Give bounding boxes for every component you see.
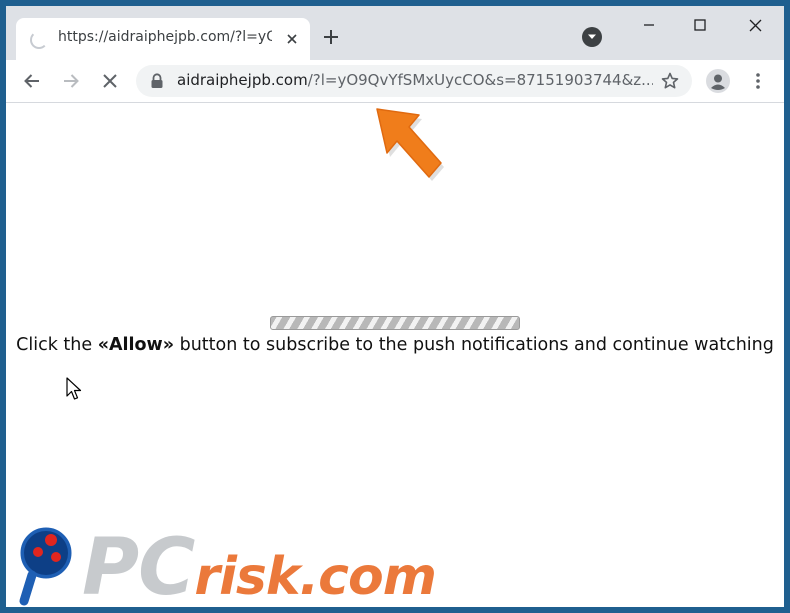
title-bar: https://aidraiphejpb.com/?l=yO9QvYfSMxUy… (6, 6, 784, 60)
back-arrow-icon (24, 74, 39, 88)
close-icon (749, 19, 761, 31)
browser-tab[interactable]: https://aidraiphejpb.com/?l=yO9QvYfSMxUy… (16, 18, 310, 60)
tab-search-button[interactable] (582, 27, 602, 47)
mouse-cursor-icon (66, 377, 82, 400)
maximize-icon (694, 19, 706, 31)
star-icon (661, 72, 679, 89)
browser-window: https://aidraiphejpb.com/?l=yO9QvYfSMxUy… (6, 6, 784, 607)
magnifier-logo-icon (17, 524, 75, 606)
page-content: Click the «Allow» button to subscribe to… (6, 103, 784, 607)
watermark-pc: PC (82, 523, 195, 607)
new-tab-button[interactable] (318, 24, 344, 50)
loading-spinner-icon (30, 31, 48, 49)
chevron-down-icon (588, 34, 596, 39)
message-text-before: Click the (16, 335, 98, 355)
pcrisk-watermark: PCrisk.com (16, 517, 456, 607)
message-text-after: button to subscribe to the push notifica… (174, 335, 774, 355)
lock-icon[interactable] (150, 73, 164, 89)
profile-button[interactable] (702, 65, 734, 97)
forward-button[interactable] (55, 65, 87, 97)
minimize-icon (644, 24, 654, 26)
url-path: /?l=yO9QvYfSMxUycCO&s=87151903744&z... (307, 71, 653, 89)
profile-icon (706, 69, 730, 93)
watermark-risk: risk.com (194, 547, 436, 607)
loading-progress-bar (270, 316, 520, 330)
forward-arrow-icon (64, 74, 79, 88)
minimize-button[interactable] (626, 10, 672, 40)
tab-close-button[interactable] (282, 29, 302, 49)
stop-loading-button[interactable] (94, 65, 126, 97)
stop-icon (103, 74, 117, 88)
navigation-toolbar: aidraiphejpb.com/?l=yO9QvYfSMxUycCO&s=87… (6, 60, 784, 103)
bookmark-button[interactable] (658, 69, 682, 93)
url-text[interactable]: aidraiphejpb.com/?l=yO9QvYfSMxUycCO&s=87… (177, 71, 653, 91)
back-button[interactable] (16, 65, 48, 97)
maximize-button[interactable] (677, 10, 723, 40)
plus-icon (324, 30, 338, 44)
orange-arrow-icon (376, 108, 444, 181)
window-close-button[interactable] (732, 10, 778, 40)
close-icon (287, 34, 297, 44)
url-domain: aidraiphejpb.com (177, 71, 308, 89)
watermark-text: PCrisk.com (82, 523, 437, 607)
tab-title: https://aidraiphejpb.com/?l=yO9QvYfSMxUy… (58, 29, 272, 45)
allow-keyword: «Allow» (97, 335, 175, 355)
address-bar[interactable]: aidraiphejpb.com/?l=yO9QvYfSMxUycCO&s=87… (136, 65, 692, 97)
kebab-menu-icon (756, 73, 760, 89)
allow-notifications-message: Click the «Allow» button to subscribe to… (6, 335, 784, 363)
chrome-menu-button[interactable] (742, 65, 774, 97)
